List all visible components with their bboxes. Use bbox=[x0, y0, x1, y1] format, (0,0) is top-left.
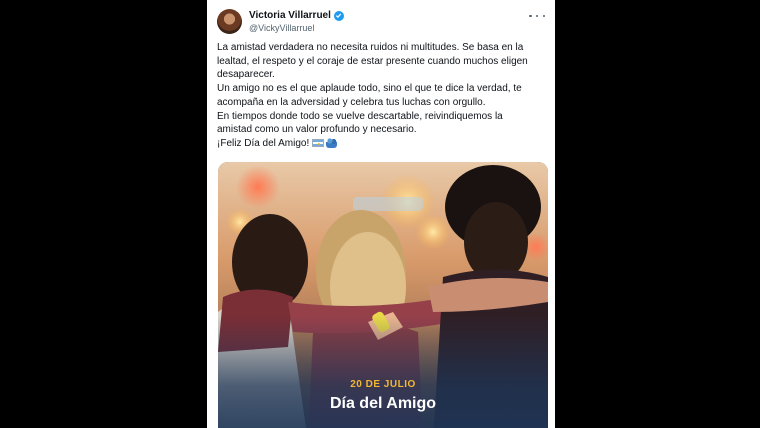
tweet-header: Victoria Villarruel @VickyVillarruel bbox=[217, 9, 545, 37]
tweet-text-line: desaparecer. bbox=[217, 69, 275, 81]
tweet-text: La amistad verdadera no necesita ruidos … bbox=[217, 41, 549, 151]
tweet-text-line: acompaña en la adversidad y celebra tus … bbox=[217, 96, 486, 108]
tweet-text-line: La amistad verdadera no necesita ruidos … bbox=[217, 42, 524, 53]
tweet-media-image[interactable]: 20 DE JULIO Día del Amigo bbox=[218, 162, 548, 428]
author-name-row: Victoria Villarruel bbox=[249, 10, 344, 21]
tweet-text-line: Un amigo no es el que aplaude todo, sino… bbox=[217, 83, 522, 95]
tweet-card: Victoria Villarruel @VickyVillarruel La … bbox=[207, 0, 555, 428]
tweet-text-line: lealtad, el respeto y el coraje de estar… bbox=[217, 55, 528, 67]
more-options-icon[interactable] bbox=[529, 11, 545, 21]
tweet-text-line: En tiempos donde todo se vuelve descarta… bbox=[217, 110, 503, 122]
author-name[interactable]: Victoria Villarruel bbox=[249, 10, 331, 21]
media-title: Día del Amigo bbox=[329, 395, 437, 412]
media-date: 20 DE JULIO bbox=[350, 379, 416, 390]
people-hugging-icon bbox=[326, 138, 338, 149]
argentina-flag-icon bbox=[312, 139, 325, 148]
closing-text: ¡Feliz Día del Amigo! bbox=[217, 137, 310, 149]
author-handle[interactable]: @VickyVillarruel bbox=[249, 23, 314, 33]
tweet-text-line: amistad como un valor profundo y necesar… bbox=[217, 124, 417, 136]
verified-badge-icon bbox=[333, 10, 344, 21]
author-avatar[interactable] bbox=[217, 9, 242, 34]
tweet-text-closing: ¡Feliz Día del Amigo! bbox=[217, 137, 549, 151]
